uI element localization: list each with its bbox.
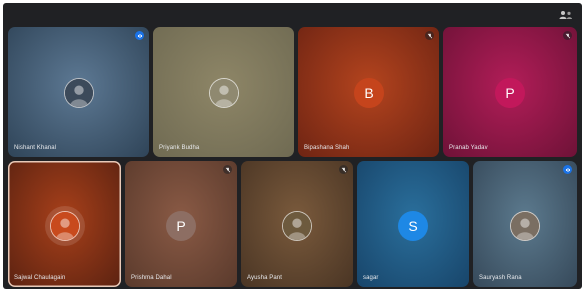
avatar-initial: P bbox=[505, 85, 515, 101]
avatar bbox=[50, 211, 80, 241]
participant-name: sagar bbox=[363, 275, 379, 281]
participant-tile[interactable]: Sauryash Rana bbox=[473, 161, 577, 287]
participant-tile-selected[interactable]: Sajwal Chaulagain bbox=[8, 161, 121, 287]
profile-photo-icon bbox=[210, 79, 238, 107]
meeting-grid: Nishant Khanal Priyank Budha B Bipashana… bbox=[3, 3, 582, 289]
avatar: S bbox=[398, 211, 428, 241]
participant-tile[interactable]: P Pranab Yadav bbox=[443, 27, 577, 157]
participant-tile[interactable]: S sagar bbox=[357, 161, 469, 287]
profile-photo-icon bbox=[511, 212, 539, 240]
avatar: P bbox=[166, 211, 196, 241]
participant-tile[interactable]: Ayusha Pant bbox=[241, 161, 353, 287]
avatar bbox=[510, 211, 540, 241]
people-icon[interactable] bbox=[558, 9, 574, 21]
avatar: B bbox=[354, 78, 384, 108]
participant-name: Prishma Dahal bbox=[131, 275, 172, 281]
participant-name: Ayusha Pant bbox=[247, 275, 283, 281]
participant-tile[interactable]: Priyank Budha bbox=[153, 27, 294, 157]
avatar-initial: S bbox=[408, 218, 418, 234]
participant-name: Sauryash Rana bbox=[479, 275, 522, 281]
participant-name: Sajwal Chaulagain bbox=[14, 275, 66, 281]
avatar bbox=[282, 211, 312, 241]
speaking-indicator-icon bbox=[563, 165, 572, 174]
avatar bbox=[209, 78, 239, 108]
avatar-initial: P bbox=[176, 218, 186, 234]
mic-off-icon bbox=[425, 31, 434, 40]
mic-off-icon bbox=[563, 31, 572, 40]
avatar-initial: B bbox=[364, 85, 374, 101]
participant-tile[interactable]: Nishant Khanal bbox=[8, 27, 149, 157]
participant-name: Priyank Budha bbox=[159, 145, 200, 151]
participant-name: Pranab Yadav bbox=[449, 145, 488, 151]
participant-name: Bipashana Shah bbox=[304, 145, 350, 151]
mic-off-icon bbox=[339, 165, 348, 174]
avatar: P bbox=[495, 78, 525, 108]
participant-tile[interactable]: B Bipashana Shah bbox=[298, 27, 439, 157]
profile-photo-icon bbox=[283, 212, 311, 240]
profile-photo-icon bbox=[51, 212, 79, 240]
participant-name: Nishant Khanal bbox=[14, 145, 57, 151]
participant-tile[interactable]: P Prishma Dahal bbox=[125, 161, 237, 287]
mic-off-icon bbox=[223, 165, 232, 174]
profile-photo-icon bbox=[65, 79, 93, 107]
avatar bbox=[64, 78, 94, 108]
speaking-indicator-icon bbox=[135, 31, 144, 40]
